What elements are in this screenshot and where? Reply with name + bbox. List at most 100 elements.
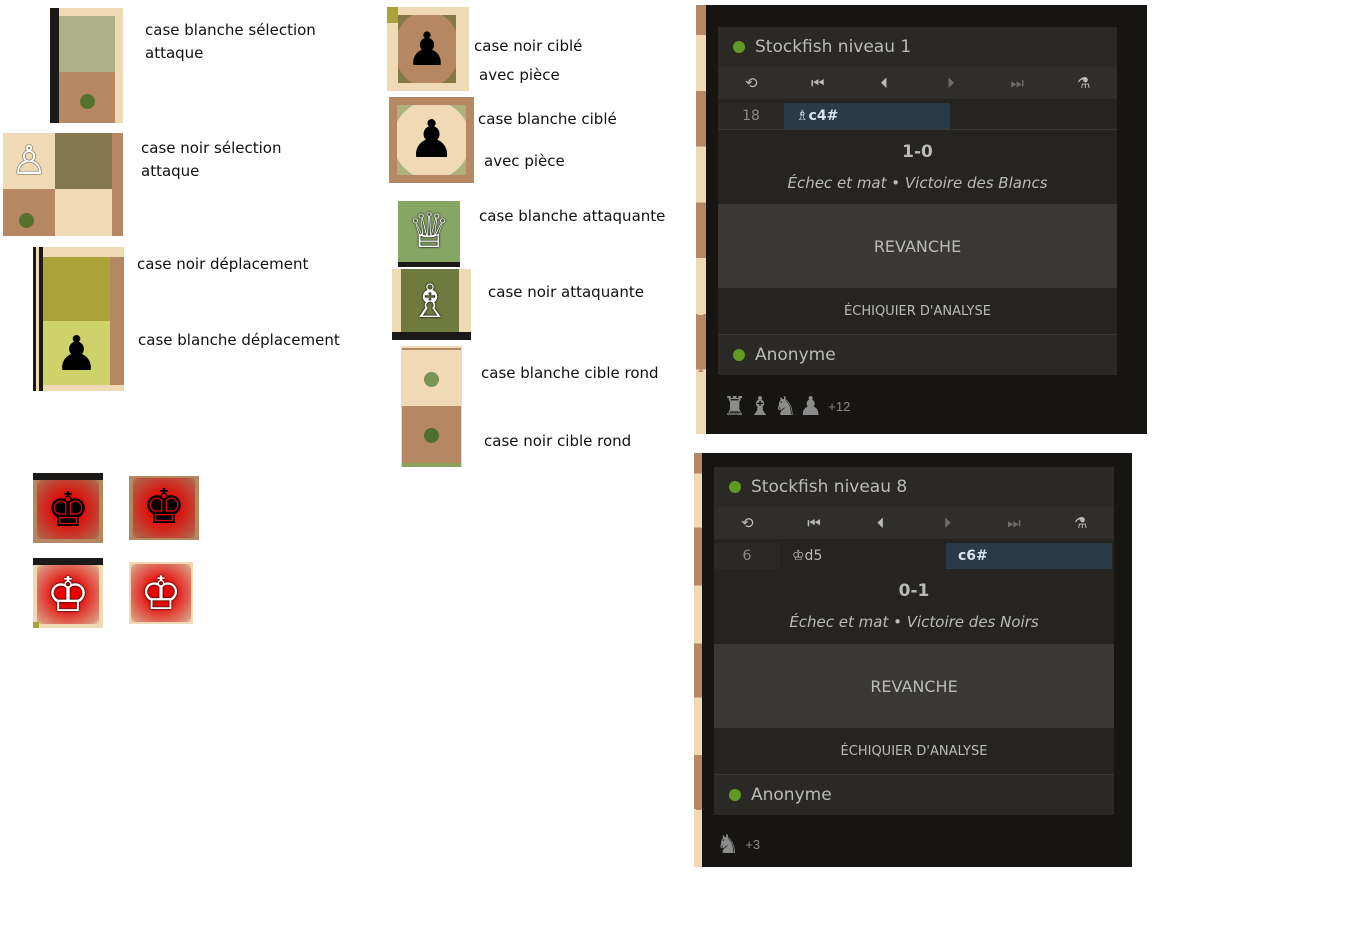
analysis-board-button[interactable]: ÉCHIQUIER D'ANALYSE [714, 728, 1114, 775]
black-king-icon: ♚ [142, 481, 186, 534]
rank-label: 6 [697, 79, 704, 90]
rematch-button[interactable]: REVANCHE [718, 204, 1117, 288]
label-dark-targeted: case noir ciblé [474, 37, 583, 55]
first-move-icon[interactable]: ⏮ [785, 67, 852, 99]
label-light-attacking: case blanche attaquante [479, 207, 666, 225]
label-dark-attacking: case noir attaquante [488, 283, 645, 301]
move-dark-square [43, 257, 110, 321]
rank-strip: 7 6 5 4 3 2 1 [696, 5, 706, 434]
result-status: Échec et mat • Victoire des Noirs [789, 613, 1039, 631]
material-advantage: +12 [828, 398, 851, 414]
game-box: Stockfish niveau 8 ⟲ ⏮ ⏴ ⏵ ⏭ ⚗ 6 ♔d5 c6#… [714, 467, 1114, 815]
rank-label: 5 [695, 574, 702, 585]
first-move-icon[interactable]: ⏮ [781, 507, 848, 539]
captured-knight-icon: ♞ [773, 391, 797, 421]
board-edge [33, 473, 103, 480]
game-panel-2: 6 5 4 3 2 1 Stockfish niveau 8 ⟲ ⏮ ⏴ ⏵ ⏭… [694, 453, 1132, 867]
rank-label: 7 [697, 21, 704, 32]
result-score: 1-0 [902, 142, 933, 162]
rematch-button[interactable]: REVANCHE [714, 644, 1114, 728]
legend-target-dots [401, 346, 462, 467]
dark-square [3, 189, 55, 236]
label-light-dot: case blanche cible rond [481, 364, 659, 382]
light-dot-square [402, 348, 461, 406]
legend-dark-attacking: ♗ [392, 269, 471, 340]
result-status: Échec et mat • Victoire des Blancs [787, 174, 1048, 192]
move-dot [19, 213, 34, 228]
bottom-player-bar[interactable]: Anonyme [714, 775, 1114, 815]
top-player-bar[interactable]: Stockfish niveau 8 [714, 467, 1114, 507]
edge-strip [112, 133, 123, 236]
captured-bishop-icon: ♝ [748, 391, 772, 421]
dark-square [59, 72, 115, 123]
label-dark-select-attack: case noir sélection attaque [141, 139, 282, 180]
flip-board-icon[interactable]: ⟲ [714, 507, 781, 539]
king-check-light-2: ♔ [129, 562, 193, 624]
top-player-name[interactable]: Stockfish niveau 8 [751, 477, 907, 497]
move-list-row: 6 ♔d5 c6# [714, 543, 1114, 569]
move-white[interactable]: ♔d5 [780, 543, 946, 569]
label-light-targeted: case blanche ciblé [478, 110, 617, 128]
label-light-select-attack: case blanche sélection attaque [145, 21, 316, 62]
move-black[interactable]: c6# [946, 543, 1112, 569]
prev-move-icon[interactable]: ⏴ [847, 507, 914, 539]
corner-mark [33, 622, 39, 628]
bottom-highlight [402, 463, 461, 467]
online-dot-icon [729, 481, 741, 493]
next-move-icon[interactable]: ⏵ [918, 67, 985, 99]
last-move-icon[interactable]: ⏭ [981, 507, 1048, 539]
captured-pieces: ♞ +3 [716, 831, 760, 857]
dark-dot-square [402, 406, 461, 463]
bottom-player-name[interactable]: Anonyme [751, 785, 832, 805]
online-dot-icon [733, 349, 745, 361]
move-dot [80, 94, 95, 109]
label-dark-dot: case noir cible rond [484, 432, 632, 450]
king-check-light-1: ♔ [33, 558, 103, 628]
rank-label: 1 [695, 802, 702, 813]
rank-label: 1 [697, 364, 704, 375]
rank-label: 4 [697, 193, 704, 204]
online-dot-icon [733, 41, 745, 53]
rank-label: 2 [697, 307, 704, 318]
legend-square-dark-selected: ♙ [3, 133, 123, 236]
bottom-player-bar[interactable]: Anonyme [718, 335, 1117, 375]
selected-dark-square [55, 133, 112, 189]
board-edge [392, 332, 471, 340]
last-move-icon[interactable]: ⏭ [984, 67, 1051, 99]
board-edge [50, 8, 59, 123]
rank-strip: 6 5 4 3 2 1 [694, 453, 702, 867]
top-player-name[interactable]: Stockfish niveau 1 [755, 37, 911, 57]
move-black[interactable] [950, 103, 1116, 129]
label-light-move: case blanche déplacement [138, 331, 340, 349]
label-dark-targeted-sub: avec pièce [479, 66, 560, 84]
move-light-square: ♟ [43, 321, 110, 385]
move-dot [424, 372, 439, 387]
game-box: Stockfish niveau 1 ⟲ ⏮ ⏴ ⏵ ⏭ ⚗ 18 ♗c4# 1… [718, 27, 1117, 375]
next-move-icon[interactable]: ⏵ [914, 507, 981, 539]
analysis-board-button[interactable]: ÉCHIQUIER D'ANALYSE [718, 288, 1117, 335]
move-number: 6 [714, 543, 780, 569]
white-bishop-icon: ♗ [409, 275, 451, 327]
game-result: 1-0 Échec et mat • Victoire des Blancs [718, 129, 1117, 205]
black-king-icon: ♚ [46, 484, 90, 537]
bottom-player-name[interactable]: Anonyme [755, 345, 836, 365]
dark-attack-square: ♗ [401, 269, 459, 332]
prev-move-icon[interactable]: ⏴ [851, 67, 918, 99]
analysis-icon[interactable]: ⚗ [1047, 507, 1114, 539]
rank-label: 4 [695, 631, 702, 642]
board-edge [33, 247, 36, 391]
rank-label: 2 [695, 745, 702, 756]
material-advantage: +3 [745, 836, 761, 852]
label-dark-move: case noir déplacement [137, 255, 309, 273]
top-player-bar[interactable]: Stockfish niveau 1 [718, 27, 1117, 67]
captured-pieces: ♜ ♝ ♞ ♟ +12 [723, 393, 850, 419]
move-white[interactable]: ♗c4# [784, 103, 950, 129]
black-pawn-icon: ♟ [406, 23, 448, 75]
move-dot [424, 428, 439, 443]
analysis-icon[interactable]: ⚗ [1051, 67, 1118, 99]
captured-pawn-icon: ♟ [798, 391, 823, 421]
king-check-dark-2: ♚ [129, 476, 199, 540]
captured-rook-icon: ♜ [723, 391, 747, 421]
edge-strip [110, 257, 124, 385]
flip-board-icon[interactable]: ⟲ [718, 67, 785, 99]
